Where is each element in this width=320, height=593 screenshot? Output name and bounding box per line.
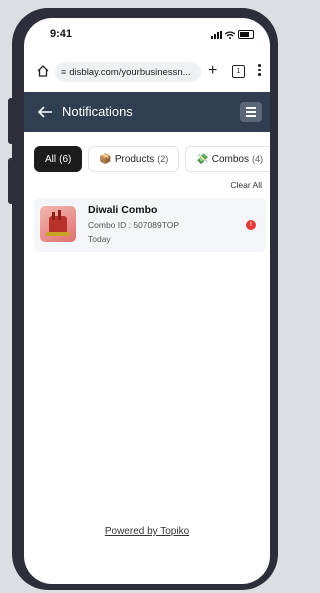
page-title: Notifications: [62, 104, 133, 119]
chip-label: Products: [114, 153, 155, 165]
notification-title: Diwali Combo: [88, 204, 158, 216]
signal-icon: [211, 30, 222, 39]
chip-label: Combos: [211, 153, 249, 165]
tabs-icon[interactable]: 1: [232, 65, 245, 78]
filter-chips: All (6) 📦 Products (2) 💸 Combos (4): [34, 146, 270, 172]
url-bar[interactable]: ≡ disblay.com/yourbusinessn...: [55, 62, 201, 82]
status-time: 9:41: [50, 28, 73, 40]
url-text: disblay.com/yourbusinessn...: [69, 66, 191, 78]
unread-badge: !: [246, 220, 256, 230]
menu-button[interactable]: [240, 102, 262, 122]
battery-icon: [238, 30, 254, 39]
back-arrow-icon[interactable]: [36, 103, 54, 121]
browser-toolbar: ≡ disblay.com/yourbusinessn... + 1: [24, 58, 270, 86]
status-icons: [211, 30, 254, 39]
site-settings-icon[interactable]: ≡: [61, 67, 66, 77]
home-icon[interactable]: [36, 64, 50, 78]
side-button: [8, 98, 16, 144]
box-icon: 📦: [99, 153, 112, 165]
money-icon: 💸: [196, 153, 209, 165]
filter-chip-all[interactable]: All (6): [34, 146, 83, 172]
notification-card[interactable]: Diwali Combo Combo ID : 507089TOP Today …: [34, 198, 266, 252]
chip-count: (2): [157, 154, 169, 164]
powered-by-link[interactable]: Powered by Topiko: [24, 526, 270, 537]
status-bar: 9:41: [24, 18, 270, 54]
app-header: Notifications: [24, 92, 270, 132]
phone-screen: 9:41 ≡ disblay.com/yourbusinessn... + 1: [24, 18, 270, 584]
chip-label: All: [45, 153, 57, 165]
side-button: [8, 158, 16, 204]
wifi-icon: [225, 30, 235, 39]
product-thumbnail: [40, 206, 76, 242]
notification-subtitle: Combo ID : 507089TOP: [88, 220, 180, 230]
clear-all-button[interactable]: Clear All: [230, 180, 262, 190]
filter-chip-products[interactable]: 📦 Products (2): [88, 146, 180, 172]
more-vert-icon[interactable]: [258, 64, 261, 78]
new-tab-icon[interactable]: +: [208, 62, 217, 80]
chip-count: (4): [251, 154, 263, 164]
filter-chip-combos[interactable]: 💸 Combos (4): [185, 146, 270, 172]
chip-count: (6): [59, 153, 72, 165]
notification-time: Today: [88, 234, 111, 244]
